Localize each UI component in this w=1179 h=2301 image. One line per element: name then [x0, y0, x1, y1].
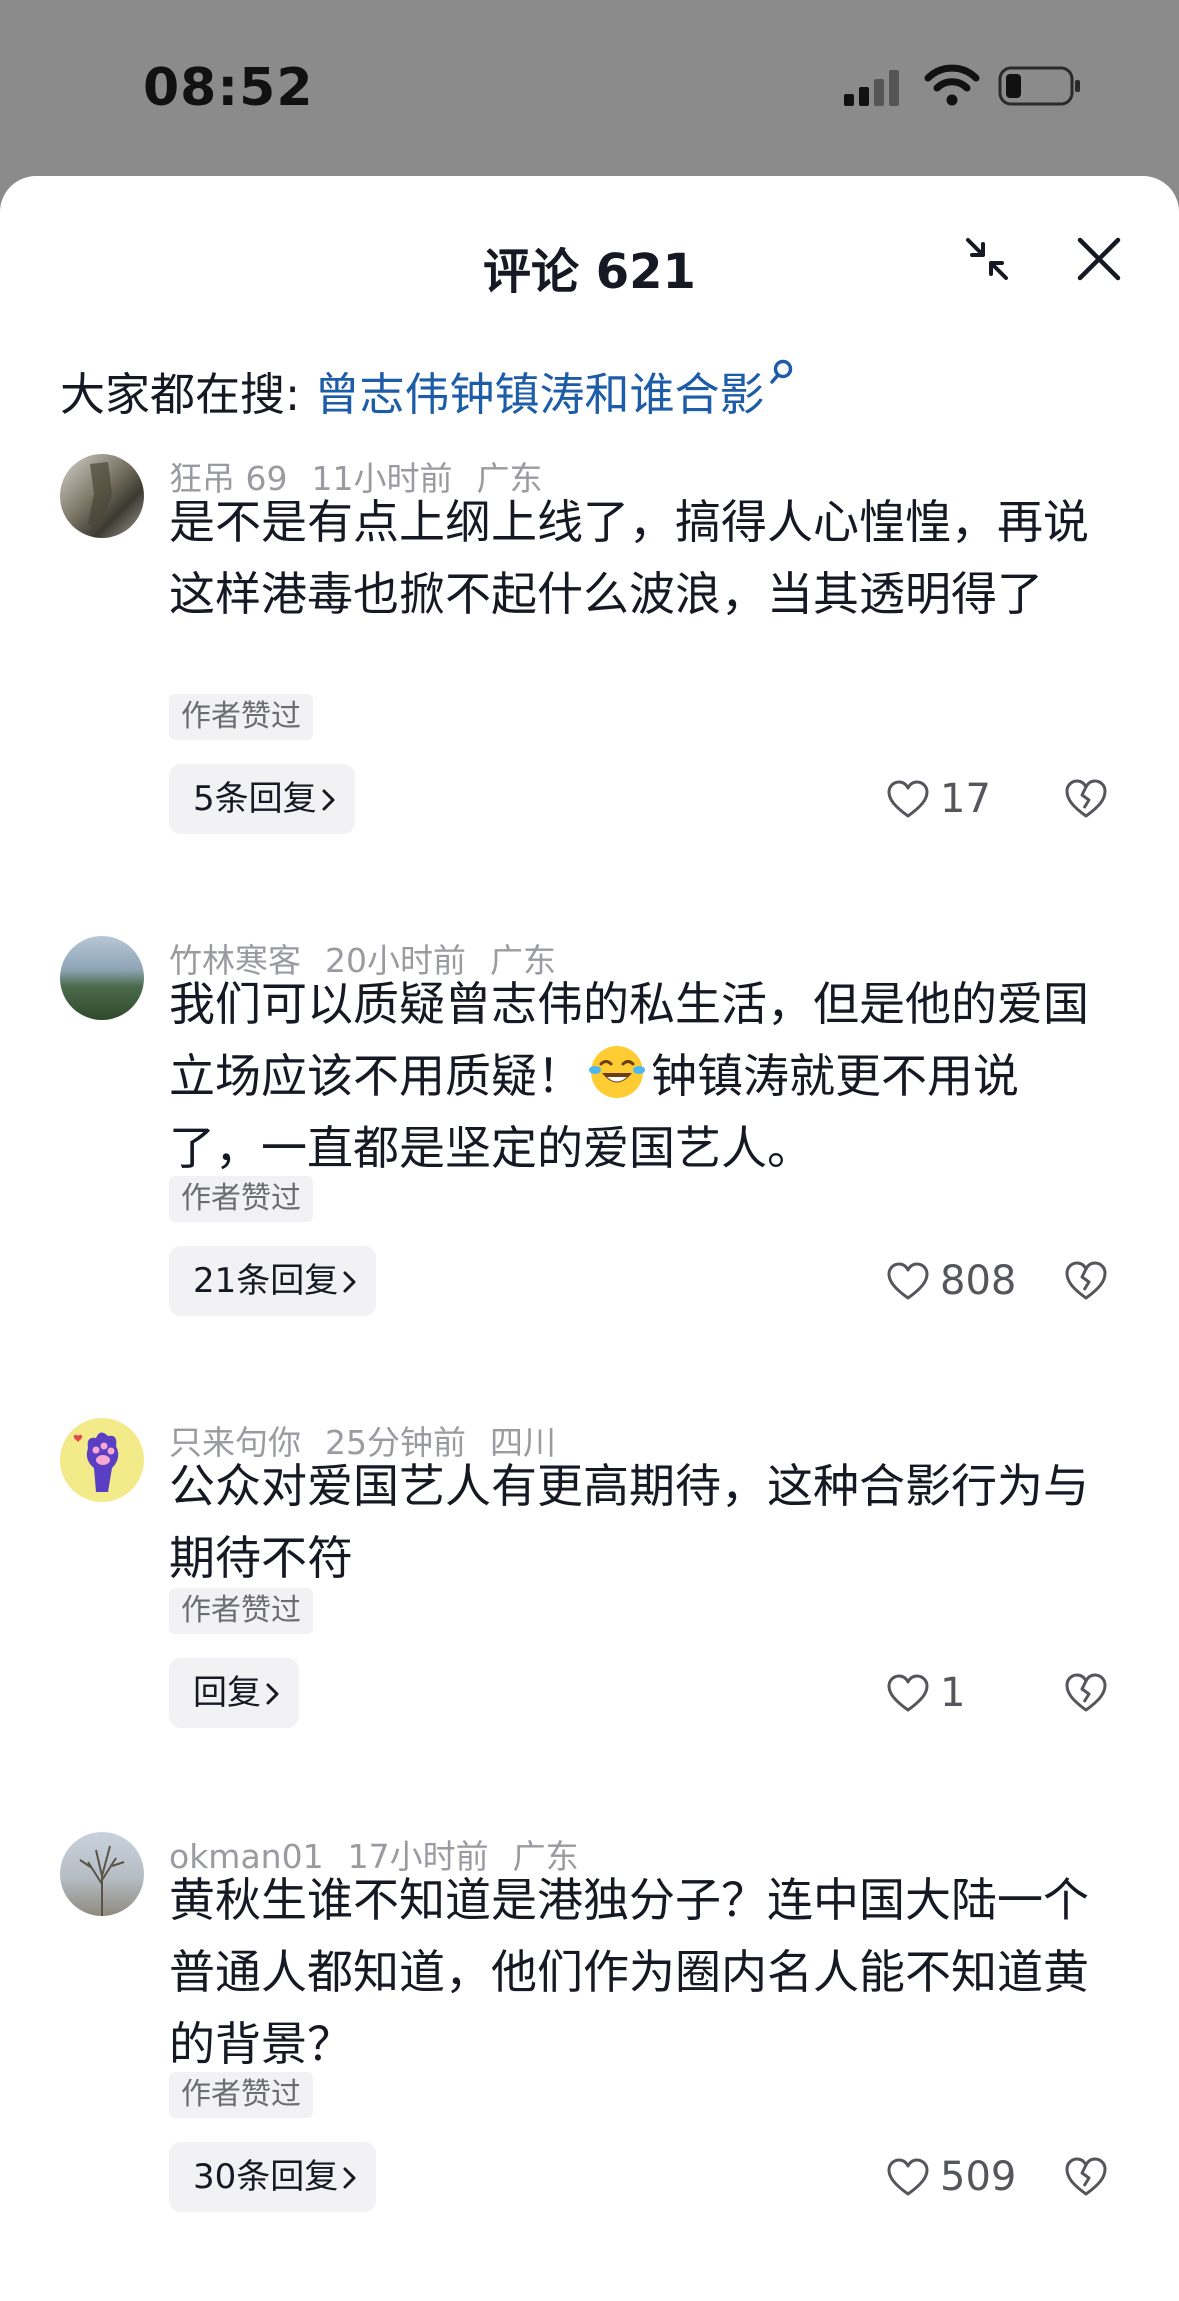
broken-heart-icon[interactable]: [1063, 2154, 1109, 2200]
view-replies-button[interactable]: 5条回复: [169, 764, 355, 834]
author-liked-badge: 作者赞过: [169, 2072, 313, 2118]
broken-heart-icon[interactable]: [1063, 776, 1109, 822]
avatar[interactable]: [60, 454, 144, 538]
like-count: 1: [940, 1670, 966, 1716]
heart-icon: [887, 1262, 929, 1300]
heart-icon: [887, 2158, 929, 2196]
wifi-icon: [924, 64, 980, 106]
broken-heart-icon[interactable]: [1063, 1258, 1109, 1304]
view-replies-button[interactable]: 30条回复: [169, 2142, 377, 2212]
chevron-right-icon: [322, 789, 335, 811]
cellular-signal-icon: [844, 70, 899, 106]
reply-label: 5条回复: [193, 779, 317, 819]
avatar[interactable]: [60, 1832, 144, 1916]
like-button[interactable]: 808: [886, 1246, 1016, 1316]
chevron-right-icon: [343, 2167, 356, 2189]
comments-sheet: 评论 621 大家都在搜: 曾志伟钟镇涛和谁合影 狂吊 69 11小时前 广东 是不…: [0, 176, 1179, 2301]
hot-search-prefix: 大家都在搜:: [60, 368, 315, 421]
author-liked-badge: 作者赞过: [169, 694, 313, 740]
like-count: 17: [940, 776, 991, 822]
reply-label: 30条回复: [193, 2157, 339, 2197]
chevron-right-icon: [343, 1271, 356, 1293]
author-liked-badge: 作者赞过: [169, 1176, 313, 1222]
reply-label: 回复: [193, 1673, 261, 1713]
battery-icon: [998, 66, 1080, 106]
like-button[interactable]: 17: [886, 764, 991, 834]
like-count: 808: [940, 1258, 1017, 1304]
chevron-right-icon: [266, 1683, 279, 1705]
comment-text: 是不是有点上纲上线了，搞得人心惶惶，再说这样港毒也掀不起什么波浪，当其透明得了: [169, 495, 1089, 621]
status-bar: 08:52: [0, 0, 1179, 175]
collapse-icon[interactable]: [964, 236, 1010, 282]
hot-search-term[interactable]: 曾志伟钟镇涛和谁合影: [314, 368, 764, 421]
status-time: 08:52: [143, 58, 314, 118]
sheet-header: 评论 621: [0, 176, 1179, 326]
like-count: 509: [940, 2154, 1017, 2200]
comment-text: 我们可以质疑曾志伟的私生活，但是他的爱国立场应该不用质疑！ 钟镇涛就更不用说了，…: [169, 968, 1104, 1184]
like-button[interactable]: 1: [886, 1658, 965, 1728]
close-icon[interactable]: [1072, 232, 1126, 286]
broken-heart-icon[interactable]: [1063, 1670, 1109, 1716]
comment-text: 黄秋生谁不知道是港独分子？连中国大陆一个普通人都知道，他们作为圈内名人能不知道黄…: [169, 1873, 1089, 2071]
heart-icon: [887, 1674, 929, 1712]
author-liked-badge: 作者赞过: [169, 1588, 313, 1634]
hot-search-bar[interactable]: 大家都在搜: 曾志伟钟镇涛和谁合影: [60, 358, 796, 423]
view-replies-button[interactable]: 21条回复: [169, 1246, 377, 1316]
like-button[interactable]: 509: [886, 2142, 1016, 2212]
avatar[interactable]: [60, 1418, 144, 1502]
laughing-tears-emoji: [589, 1046, 645, 1098]
heart-icon: [887, 780, 929, 818]
reply-label: 21条回复: [193, 1261, 339, 1301]
reply-button[interactable]: 回复: [169, 1658, 299, 1728]
comment-text: 公众对爱国艺人有更高期待，这种合影行为与期待不符: [169, 1459, 1089, 1585]
avatar[interactable]: [60, 936, 144, 1020]
search-icon: [770, 359, 793, 384]
